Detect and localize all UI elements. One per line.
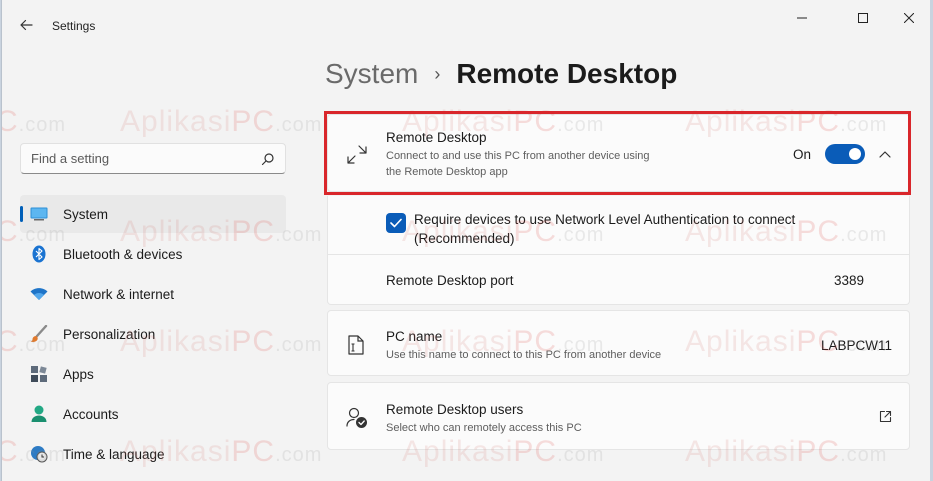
sidebar-item-personalization[interactable]: Personalization xyxy=(20,315,286,353)
search-box[interactable] xyxy=(20,143,286,174)
pc-name-card: PC name Use this name to connect to this… xyxy=(327,310,910,376)
globe-clock-icon xyxy=(30,445,48,463)
watermark: AplikasiPC.com xyxy=(120,105,323,138)
breadcrumb-root[interactable]: System xyxy=(325,58,418,90)
bluetooth-icon xyxy=(30,245,48,263)
remote-desktop-description-line1: Connect to and use this PC from another … xyxy=(386,150,650,162)
remote-desktop-users-card[interactable]: Remote Desktop users Select who can remo… xyxy=(327,382,910,450)
monitor-icon xyxy=(30,205,48,223)
remote-desktop-description-line2: the Remote Desktop app xyxy=(386,166,508,178)
users-title: Remote Desktop users xyxy=(386,402,524,417)
document-rename-icon xyxy=(348,335,364,355)
search-input[interactable] xyxy=(31,151,261,166)
nla-checkbox[interactable] xyxy=(386,213,406,233)
chevron-up-icon xyxy=(879,151,891,158)
back-button[interactable] xyxy=(12,11,40,39)
sidebar-item-label: Accounts xyxy=(63,406,119,422)
sidebar-item-label: Personalization xyxy=(63,326,156,342)
user-check-icon xyxy=(346,407,367,428)
sidebar-item-accounts[interactable]: Accounts xyxy=(20,395,286,433)
breadcrumb: System › Remote Desktop xyxy=(325,58,677,90)
remote-desktop-details-card: Require devices to use Network Level Aut… xyxy=(327,196,910,305)
sidebar-item-label: Bluetooth & devices xyxy=(63,246,183,262)
port-label: Remote Desktop port xyxy=(386,273,514,288)
port-value: 3389 xyxy=(833,273,864,288)
sidebar-item-bluetooth[interactable]: Bluetooth & devices xyxy=(20,235,286,273)
person-icon xyxy=(30,405,48,423)
brush-icon xyxy=(30,325,48,343)
nla-label-line2: (Recommended) xyxy=(414,231,515,246)
sidebar-item-label: System xyxy=(63,206,109,222)
divider xyxy=(328,254,909,255)
settings-window: Settings System › Remote Desktop System xyxy=(1,0,930,481)
sidebar-item-system[interactable]: System xyxy=(20,195,286,233)
remote-desktop-toggle[interactable] xyxy=(825,144,865,164)
arrow-left-icon xyxy=(20,19,33,31)
maximize-icon xyxy=(858,13,868,23)
remote-desktop-title: Remote Desktop xyxy=(386,130,487,145)
sidebar-item-label: Time & language xyxy=(63,446,165,462)
title-bar: Settings xyxy=(2,0,930,50)
maximize-button[interactable] xyxy=(840,4,886,32)
remote-desktop-icon xyxy=(347,145,367,164)
apps-icon xyxy=(30,365,48,383)
remote-desktop-card: Remote Desktop Connect to and use this P… xyxy=(327,114,910,192)
sidebar-item-apps[interactable]: Apps xyxy=(20,355,286,393)
sidebar-item-label: Apps xyxy=(63,366,94,382)
users-description: Select who can remotely access this PC xyxy=(386,422,582,434)
sidebar-item-network[interactable]: Network & internet xyxy=(20,275,286,313)
checkmark-icon xyxy=(390,218,402,228)
sidebar-item-time-language[interactable]: Time & language xyxy=(20,435,286,473)
close-button[interactable] xyxy=(886,4,930,32)
search-icon xyxy=(261,152,274,165)
app-title: Settings xyxy=(52,19,96,33)
external-link-icon[interactable] xyxy=(879,410,892,423)
watermark: C.com xyxy=(2,105,67,138)
page-title: Remote Desktop xyxy=(456,58,678,89)
close-icon xyxy=(904,13,914,23)
sidebar-item-label: Network & internet xyxy=(63,286,175,302)
nla-label-line1: Require devices to use Network Level Aut… xyxy=(414,212,796,227)
breadcrumb-separator: › xyxy=(434,63,441,84)
minimize-button[interactable] xyxy=(779,4,825,32)
minimize-icon xyxy=(797,17,807,19)
pc-name-description: Use this name to connect to this PC from… xyxy=(386,349,662,361)
wifi-icon xyxy=(30,285,48,303)
collapse-button[interactable] xyxy=(876,145,894,163)
sidebar-nav: System Bluetooth & devices Network & int… xyxy=(20,195,286,475)
pc-name-title: PC name xyxy=(386,329,443,344)
pc-name-value: LABPCW11 xyxy=(820,338,892,353)
toggle-state-label: On xyxy=(793,147,812,162)
